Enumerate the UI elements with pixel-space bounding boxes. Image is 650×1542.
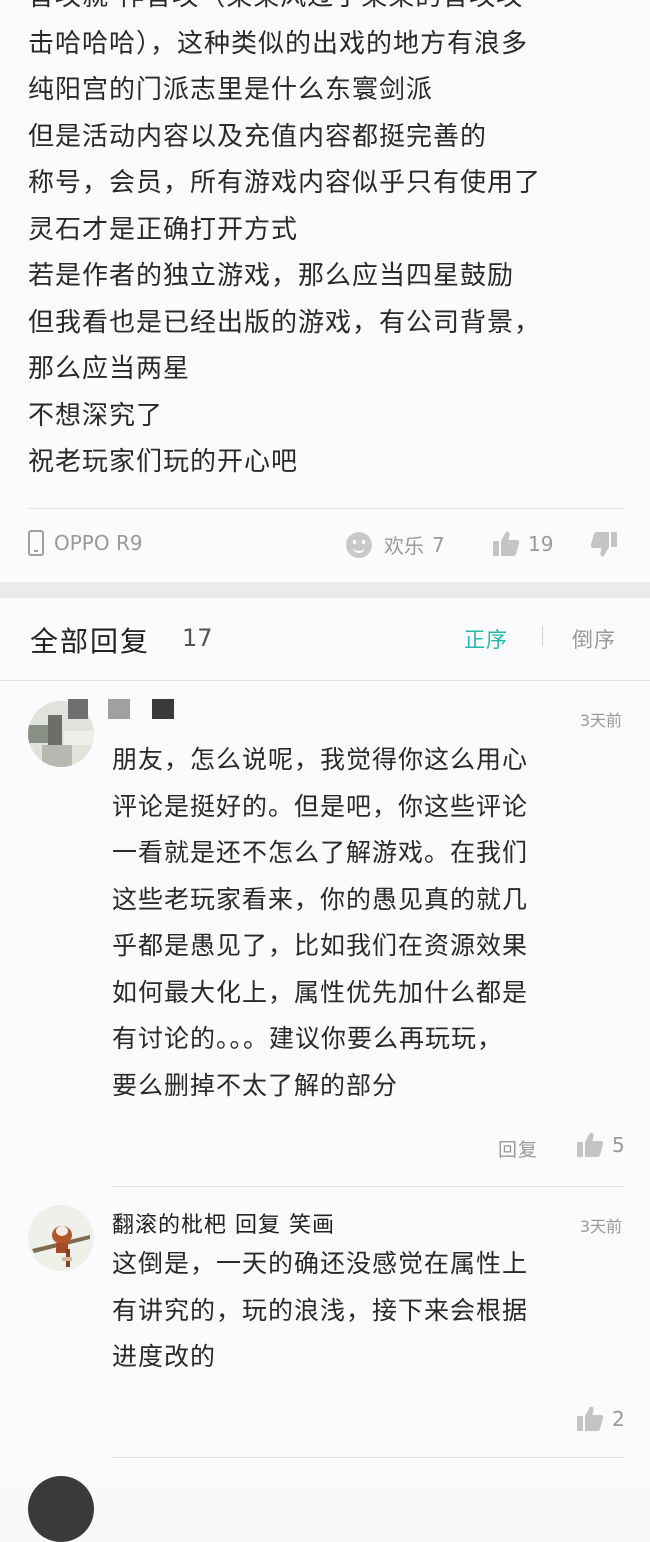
comment-like-count: 5: [612, 1133, 625, 1157]
reply-button[interactable]: 回复: [498, 1135, 538, 1162]
post-line: 但我看也是已经出版的游戏，有公司背景，: [28, 307, 542, 338]
avatar[interactable]: [28, 1476, 94, 1542]
thumbs-down-icon: [590, 532, 617, 557]
post-line: 祝老玩家们玩的开心吧: [28, 447, 299, 477]
post-line: 灵石才是正确打开方式: [28, 214, 299, 245]
comment-line: 这倒是，一天的确还没感觉在属性上: [112, 1249, 529, 1278]
post-line: 纯阳宫的门派志里是什么东寰剑派: [28, 75, 434, 105]
smile-icon: [346, 531, 372, 558]
joy-count: 7: [432, 532, 445, 557]
comment-line: 要么删掉不太了解的部分: [112, 1070, 399, 1100]
post-body: 音攻就 作音攻（某某风过了某某的音攻攻 击哈哈哈），这种类似的出戏的地方有浪多 …: [0, 0, 650, 582]
section-gap: [0, 582, 650, 598]
like-count: 19: [528, 532, 554, 556]
comment-timestamp: 3天前: [579, 711, 622, 730]
post-line: 那么应当两星: [28, 354, 191, 384]
comment-line: 如何最大化上，属性优先加什么都是: [112, 977, 529, 1007]
red-panda-avatar-image: [28, 1205, 94, 1271]
post-text: 音攻就 作音攻（某某风过了某某的音攻攻 击哈哈哈），这种类似的出戏的地方有浪多 …: [28, 0, 541, 486]
comment-like-button[interactable]: 5: [576, 1131, 625, 1159]
reply-author-line: 翻滚的枇杷 回复 笑画: [112, 1213, 335, 1238]
comment-like-count: 2: [612, 1407, 625, 1431]
post-line: 但是活动内容以及充值内容都挺完善的: [28, 121, 488, 152]
comment-text: 朋友，怎么说呢，我觉得你这么用心 评论是挺好的。但是吧，你这些评论 一看就是还不…: [112, 737, 528, 1109]
thumbs-up-icon: [493, 531, 520, 556]
comment-line: 进度改的: [112, 1342, 217, 1371]
sort-separator: [542, 626, 543, 646]
post-line: 音攻就 作音攻（某某风过了某某的音攻攻: [28, 0, 541, 21]
avatar[interactable]: [28, 1205, 94, 1271]
replies-count: 17: [182, 624, 213, 652]
device-label: OPPO R9: [54, 531, 143, 555]
joy-label: 欢乐: [384, 534, 424, 558]
replies-header: 全部回复 17 正序 倒序: [0, 598, 650, 680]
like-button[interactable]: 19: [492, 530, 553, 558]
sort-descending-tab[interactable]: 倒序: [572, 624, 616, 654]
joy-button[interactable]: 欢乐 7: [346, 530, 445, 559]
comment-line: 一看就是还不怎么了解游戏。在我们: [112, 838, 529, 867]
post-meta-bar: OPPO R9 欢乐 7 19: [0, 510, 650, 580]
post-line: 不想深究了: [28, 400, 164, 431]
sort-ascending-tab[interactable]: 正序: [464, 624, 508, 654]
comment-line: 这些老玩家看来，你的愚见真的就几: [112, 884, 529, 914]
dislike-button[interactable]: [590, 530, 626, 558]
comment-line: 朋友，怎么说呢，我觉得你这么用心: [112, 745, 529, 774]
device-info: OPPO R9: [28, 530, 143, 556]
thumbs-up-icon: [577, 1132, 604, 1157]
comment-item: 3天前 朋友，怎么说呢，我觉得你这么用心 评论是挺好的。但是吧，你这些评论 一看…: [0, 681, 650, 1186]
username-redacted: [68, 699, 174, 719]
comment-like-button[interactable]: 2: [576, 1405, 625, 1433]
comment-text: 这倒是，一天的确还没感觉在属性上 有讲究的，玩的浪浅，接下来会根据 进度改的: [112, 1241, 528, 1381]
post-line: 若是作者的独立游戏，那么应当四星鼓励: [28, 261, 515, 291]
thumbs-up-icon: [577, 1406, 604, 1431]
comment-line: 乎都是愚见了，比如我们在资源效果: [112, 931, 529, 960]
post-line: 击哈哈哈），这种类似的出戏的地方有浪多: [28, 28, 529, 59]
replies-title: 全部回复: [30, 625, 151, 658]
comment-line: 评论是挺好的。但是吧，你这些评论: [112, 791, 529, 821]
comment-item: 翻滚的枇杷 回复 笑画 3天前 这倒是，一天的确还没感觉在属性上 有讲究的，玩的…: [0, 1187, 650, 1457]
comment-line: 有讲究的，玩的浪浅，接下来会根据: [112, 1295, 529, 1325]
divider: [28, 508, 624, 509]
comment-timestamp: 3天前: [579, 1217, 622, 1236]
comment-line: 有讨论的。。。建议你要么再玩玩，: [112, 1024, 504, 1053]
post-line: 称号，会员，所有游戏内容似乎只有使用了: [28, 168, 542, 198]
phone-icon: [28, 530, 44, 556]
comment-item-partial: [0, 1458, 650, 1542]
